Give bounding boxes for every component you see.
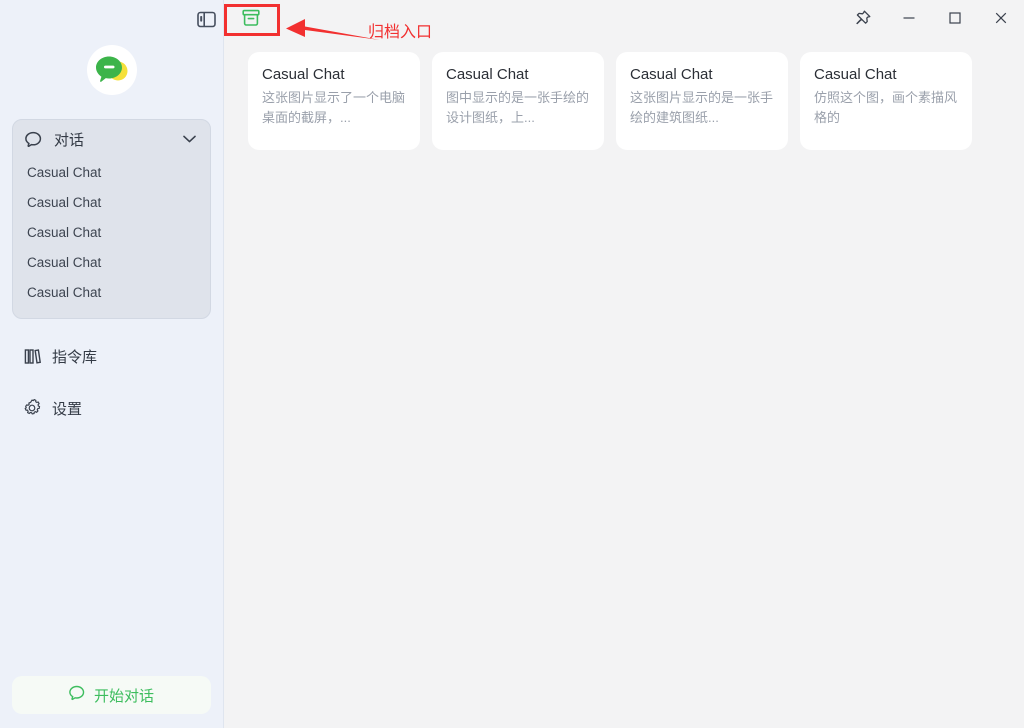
maximize-icon[interactable] [932,0,978,36]
chat-card[interactable]: Casual Chat 这张图片显示的是一张手绘的建筑图纸... [616,52,788,150]
chat-card-title: Casual Chat [262,66,345,83]
app-logo-container [0,45,223,95]
books-icon [22,348,42,365]
pin-icon[interactable] [840,0,886,36]
conversations-header[interactable]: 对话 [13,120,210,158]
sidebar-item-label: 设置 [52,400,83,418]
chat-card[interactable]: Casual Chat 这张图片显示了一个电脑桌面的截屏，... [248,52,420,150]
chat-bubble-icon [25,131,45,148]
titlebar [224,0,1024,36]
chat-bubble-logo [86,45,137,95]
sidebar-item-label: 指令库 [52,348,98,366]
sidebar-item-prompt-library[interactable]: 指令库 [12,339,211,373]
minimize-icon[interactable] [886,0,932,36]
start-chat-label: 开始对话 [93,687,154,705]
sidebar-panel-icon[interactable] [195,8,217,30]
list-item[interactable]: Casual Chat [13,218,210,248]
conversations-title: 对话 [54,131,85,149]
chat-card-description: 仿照这个图，画个素描风格的 [814,90,958,125]
sidebar-item-settings[interactable]: 设置 [12,391,211,425]
chat-card[interactable]: Casual Chat 仿照这个图，画个素描风格的 [800,52,972,150]
list-item[interactable]: Casual Chat [13,278,210,308]
list-item[interactable]: Casual Chat [13,158,210,188]
chat-cards-grid: Casual Chat 这张图片显示了一个电脑桌面的截屏，... Casual … [224,36,1024,150]
chat-card-description: 这张图片显示了一个电脑桌面的截屏，... [262,90,406,125]
window-controls [840,0,1024,36]
chat-card-title: Casual Chat [630,66,713,83]
chat-card-description: 这张图片显示的是一张手绘的建筑图纸... [630,90,774,125]
app-window: 对话 Casual Chat Casual Chat Casual Chat C… [0,0,1024,728]
start-chat-button[interactable]: 开始对话 [12,676,211,714]
archive-box-icon[interactable] [228,4,274,32]
chat-card-title: Casual Chat [814,66,897,83]
chat-card-description: 图中显示的是一张手绘的设计图纸，上... [446,90,590,125]
chat-card-title: Casual Chat [446,66,529,83]
chat-bubble-icon [69,685,86,706]
sidebar: 对话 Casual Chat Casual Chat Casual Chat C… [0,0,224,728]
list-item[interactable]: Casual Chat [13,188,210,218]
chevron-down-icon[interactable] [182,132,196,146]
close-icon[interactable] [978,0,1024,36]
chat-card[interactable]: Casual Chat 图中显示的是一张手绘的设计图纸，上... [432,52,604,150]
gear-icon [22,399,42,417]
main-content: Casual Chat 这张图片显示了一个电脑桌面的截屏，... Casual … [224,0,1024,728]
list-item[interactable]: Casual Chat [13,248,210,278]
conversations-panel: 对话 Casual Chat Casual Chat Casual Chat C… [12,119,211,319]
